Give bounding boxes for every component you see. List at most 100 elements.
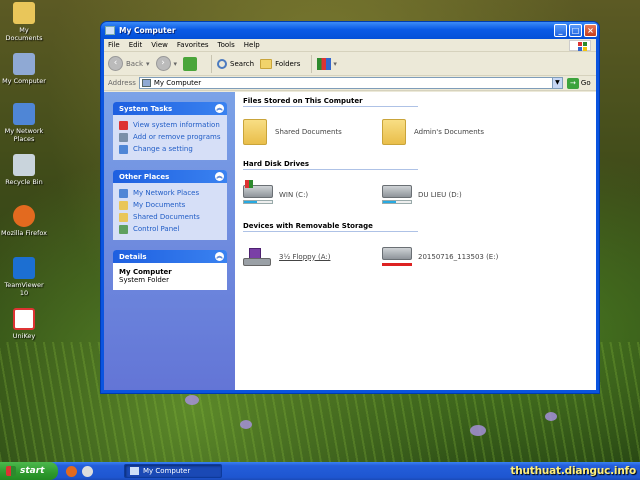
unikey-icon [13,308,35,330]
menu-view[interactable]: View [151,41,168,49]
hard-drive-icon [243,180,273,204]
menu-file[interactable]: File [108,41,120,49]
group-header: Files Stored on This Computer [243,96,418,107]
toolbar: ‹ Back ▾ › ▾ Search Folders ▾ [104,52,596,76]
close-button[interactable]: × [584,24,597,37]
item-label: 20150716_113503 (E:) [418,252,499,261]
computer-icon [130,467,139,475]
up-button[interactable] [183,56,200,71]
file-list: Files Stored on This Computer Shared Doc… [235,92,596,390]
menu-help[interactable]: Help [244,41,260,49]
panel-title: System Tasks [119,104,173,113]
computer-icon [13,53,35,75]
go-button[interactable]: → Go [566,77,591,89]
desktop-icon-my-documents[interactable]: My Documents [0,2,48,42]
admin-documents-folder[interactable]: Admin's Documents [382,119,521,145]
system-tasks-header[interactable]: System Tasks ︽ [113,102,227,115]
desktop-icon-label: My Documents [5,26,43,42]
start-label: start [20,466,45,476]
folder-icon [13,2,35,24]
desktop-icon-teamviewer[interactable]: TeamViewer 10 [0,257,48,297]
other-places-header[interactable]: Other Places ︽ [113,170,227,183]
removable-drive-e[interactable]: 20150716_113503 (E:) [382,247,521,266]
collapse-icon[interactable]: ︽ [215,104,224,113]
teamviewer-icon [13,257,35,279]
panel-title: Details [119,252,147,261]
views-icon [317,57,332,70]
group-header: Hard Disk Drives [243,159,418,170]
address-bar: Address My Computer ▼ → Go [104,76,596,91]
folders-button[interactable]: Folders [260,58,300,69]
search-icon [217,58,228,69]
go-arrow-icon: → [566,77,579,89]
place-shared-documents[interactable]: Shared Documents [119,211,223,223]
task-view-system-information[interactable]: View system information [119,119,223,131]
title-bar[interactable]: My Computer _ □ × [101,22,599,39]
removable-drive-icon [382,247,412,266]
drive-usage-bar [382,200,412,204]
desktop-icon-recycle-bin[interactable]: Recycle Bin [0,154,48,186]
wallpaper-flower [545,412,557,421]
collapse-icon[interactable]: ︽ [215,172,224,181]
hard-drive-icon [382,185,412,204]
task-label: Change a setting [133,145,193,153]
folder-icon [119,200,128,210]
wallpaper-flower [240,420,252,429]
menu-edit[interactable]: Edit [129,41,143,49]
recycle-bin-icon [13,154,35,176]
details-name: My Computer [119,268,172,276]
start-button[interactable]: start [0,462,58,480]
floppy-drive-a[interactable]: 3½ Floppy (A:) [243,247,382,266]
search-button[interactable]: Search [217,58,255,69]
address-dropdown-button[interactable]: ▼ [551,78,562,88]
place-control-panel[interactable]: Control Panel [119,223,223,235]
place-label: My Network Places [133,189,200,197]
details-type: System Folder [119,276,169,284]
desktop-icon-network-places[interactable]: My Network Places [0,103,48,143]
firefox-icon[interactable] [66,465,77,477]
folder-icon [382,119,406,145]
address-input[interactable]: My Computer ▼ [138,77,563,89]
task-add-remove-programs[interactable]: Add or remove programs [119,131,223,143]
desktop-icon-unikey[interactable]: UniKey [0,308,48,340]
network-icon [119,188,128,198]
media-player-icon[interactable] [82,465,93,477]
folders-icon [260,58,273,69]
drive-usage-bar [243,200,273,204]
place-my-documents[interactable]: My Documents [119,199,223,211]
collapse-icon[interactable]: ︽ [215,252,224,261]
checklist-icon [119,120,128,130]
item-label: DU LIEU (D:) [418,190,462,199]
folder-icon [119,212,128,222]
explorer-content: System Tasks ︽ View system information A… [104,92,596,390]
task-change-setting[interactable]: Change a setting [119,143,223,155]
desktop-icon-label: My Network Places [4,127,44,143]
desktop-icon-label: My Computer [2,77,46,85]
wallpaper-flower [470,425,486,436]
back-button[interactable]: ‹ Back ▾ [108,56,150,71]
search-label: Search [230,59,255,68]
place-network[interactable]: My Network Places [119,187,223,199]
address-label: Address [108,79,136,87]
taskbar-button-my-computer[interactable]: My Computer [124,464,222,478]
minimize-button[interactable]: _ [554,24,567,37]
toolbar-separator [311,54,313,73]
my-computer-window: My Computer _ □ × File Edit View Favorit… [100,21,600,394]
menu-tools[interactable]: Tools [218,41,235,49]
desktop-icon-my-computer[interactable]: My Computer [0,53,48,85]
place-label: Control Panel [133,225,180,233]
forward-button[interactable]: › ▾ [155,56,177,71]
details-header[interactable]: Details ︽ [113,250,227,263]
windows-logo-icon [569,40,591,51]
menu-favorites[interactable]: Favorites [177,41,209,49]
views-button[interactable]: ▾ [317,57,337,70]
drive-c[interactable]: WIN (C:) [243,180,382,204]
desktop-icon-label: UniKey [12,332,36,340]
maximize-button[interactable]: □ [569,24,582,37]
desktop-icon-firefox[interactable]: Mozilla Firefox [0,205,48,237]
task-label: Add or remove programs [133,133,221,141]
shared-documents-folder[interactable]: Shared Documents [243,119,382,145]
item-label: WIN (C:) [279,190,309,199]
item-label: 3½ Floppy (A:) [279,252,331,261]
drive-d[interactable]: DU LIEU (D:) [382,185,521,204]
